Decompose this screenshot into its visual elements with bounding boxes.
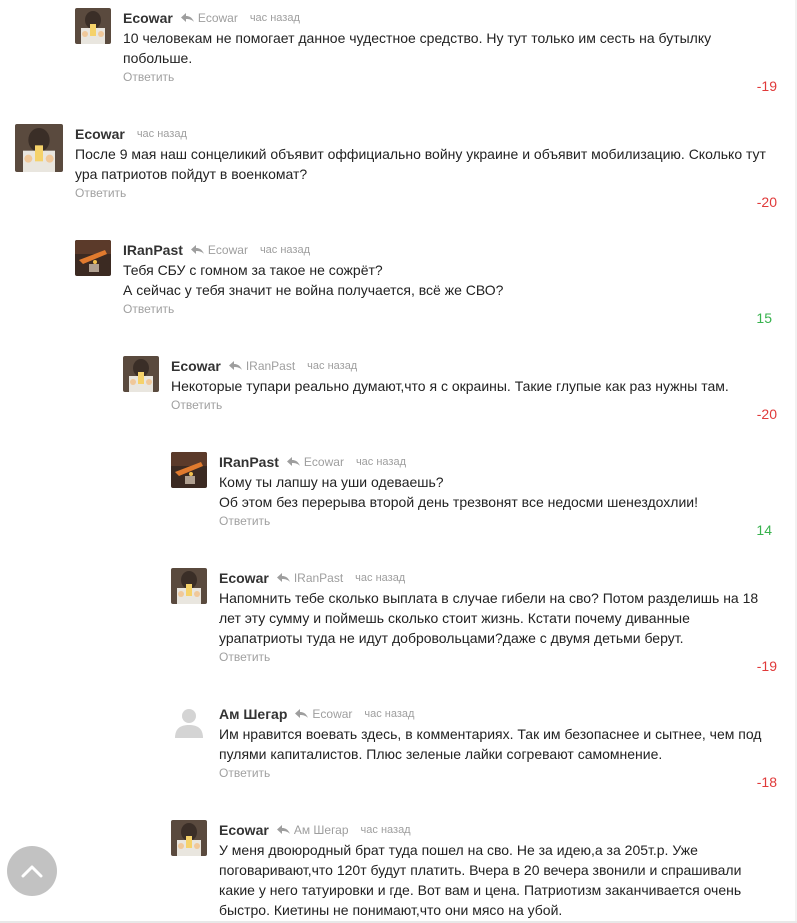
comment: IRanPast Ecowar час назад Тебя СБУ с гом… [75, 240, 777, 330]
comment-time: час назад [259, 244, 310, 256]
comment-author[interactable]: Ecowar [75, 126, 125, 142]
comment-text: После 9 мая наш сонцеликий объявит оффиц… [75, 146, 766, 182]
comment-text: Кому ты лапшу на уши одеваешь? Об этом б… [219, 474, 698, 510]
reply-to-name: Ecowar [312, 707, 353, 721]
avatar[interactable] [15, 124, 63, 172]
reply-button[interactable]: Ответить [123, 302, 723, 320]
comment-score: -19 [756, 658, 777, 674]
comment-score: 15 [756, 310, 772, 326]
reply-button[interactable]: Ответить [219, 766, 764, 784]
reply-to[interactable]: Ecowar [286, 455, 344, 469]
comment-author[interactable]: Ecowar [219, 570, 269, 586]
reply-arrow-icon [180, 13, 194, 22]
reply-to[interactable]: IRanPast [228, 359, 296, 373]
comment-time: час назад [355, 456, 406, 468]
comment-score: 14 [756, 522, 772, 538]
iranpast-avatar-icon [171, 452, 207, 488]
reply-to-name: IRanPast [293, 571, 344, 585]
comment-score: -18 [756, 774, 777, 790]
reply-to[interactable]: Ecowar [295, 707, 352, 721]
ecowar-avatar-icon [123, 356, 159, 392]
avatar[interactable] [75, 240, 111, 276]
comment-text: 10 человекам не помогает данное чудестно… [123, 30, 712, 66]
ecowar-avatar-icon [15, 124, 63, 172]
comment-text: Напомнить тебе сколько выплата в случае … [219, 590, 759, 646]
comment-text: Некоторые тупари реально думают,что я с … [171, 378, 729, 394]
reply-to[interactable]: Ecowar [180, 11, 238, 25]
comment-author[interactable]: Ecowar [171, 358, 221, 374]
reply-to-name: Ecowar [303, 455, 344, 469]
comment: Ecowar Ecowar час назад 10 человекам не … [75, 8, 777, 98]
comment-score: -20 [756, 194, 777, 210]
ecowar-avatar-icon [171, 820, 207, 856]
comment-author[interactable]: IRanPast [123, 242, 183, 258]
comment-time: час назад [307, 360, 358, 372]
default-user-icon [171, 704, 207, 740]
reply-arrow-icon [228, 361, 242, 370]
comment-time: час назад [249, 12, 300, 24]
ecowar-avatar-icon [171, 568, 207, 604]
comment-score: -20 [756, 406, 777, 422]
scroll-to-top-button[interactable] [7, 846, 57, 896]
reply-to-name: Ам Шегар [293, 823, 349, 837]
comment-time: час назад [136, 128, 187, 140]
reply-arrow-icon [295, 709, 309, 718]
comment-time: час назад [364, 708, 415, 720]
comment: Ам Шегар Ecowar час назад Им нравится во… [171, 704, 777, 794]
comment: Ecowar Ам Шегар час назад У меня двоюрод… [171, 820, 777, 923]
comment-author[interactable]: Ecowar [123, 10, 173, 26]
comment-author[interactable]: Ам Шегар [219, 706, 287, 722]
reply-button[interactable]: Ответить [75, 186, 775, 204]
reply-to[interactable]: Ам Шегар [276, 823, 349, 837]
comment-score: -19 [756, 78, 777, 94]
reply-button[interactable]: Ответить [219, 514, 759, 532]
reply-button[interactable]: Ответить [171, 398, 771, 416]
chevron-up-icon [21, 865, 43, 878]
comment-text: У меня двоюродный брат туда пошел на сво… [219, 842, 742, 918]
comment: IRanPast Ecowar час назад Кому ты лапшу … [171, 452, 777, 542]
reply-arrow-icon [286, 457, 300, 466]
avatar[interactable] [171, 704, 207, 740]
reply-button[interactable]: Ответить [123, 70, 777, 88]
reply-to[interactable]: IRanPast [276, 571, 344, 585]
avatar[interactable] [75, 8, 111, 44]
reply-arrow-icon [276, 825, 290, 834]
comment: Ecowar IRanPast час назад Напомнить тебе… [171, 568, 777, 678]
comment-time: час назад [360, 824, 411, 836]
comment-author[interactable]: Ecowar [219, 822, 269, 838]
avatar[interactable] [171, 820, 207, 856]
avatar[interactable] [171, 452, 207, 488]
reply-to-name: Ecowar [207, 243, 248, 257]
comment: Ecowar IRanPast час назад Некоторые тупа… [123, 356, 777, 426]
reply-button[interactable]: Ответить [219, 650, 764, 668]
avatar[interactable] [171, 568, 207, 604]
reply-to-name: Ecowar [197, 11, 238, 25]
comment-time: час назад [355, 572, 406, 584]
reply-arrow-icon [276, 573, 290, 582]
comment-text: Им нравится воевать здесь, в комментария… [219, 726, 762, 762]
avatar[interactable] [123, 356, 159, 392]
comment-text: Тебя СБУ с гомном за такое не сожрёт? А … [123, 262, 504, 298]
comment-author[interactable]: IRanPast [219, 454, 279, 470]
reply-to[interactable]: Ecowar [190, 243, 248, 257]
reply-to-name: IRanPast [245, 359, 296, 373]
ecowar-avatar-icon [75, 8, 111, 44]
comment: Ecowar час назад После 9 мая наш сонцели… [15, 124, 777, 214]
reply-arrow-icon [190, 245, 204, 254]
iranpast-avatar-icon [75, 240, 111, 276]
